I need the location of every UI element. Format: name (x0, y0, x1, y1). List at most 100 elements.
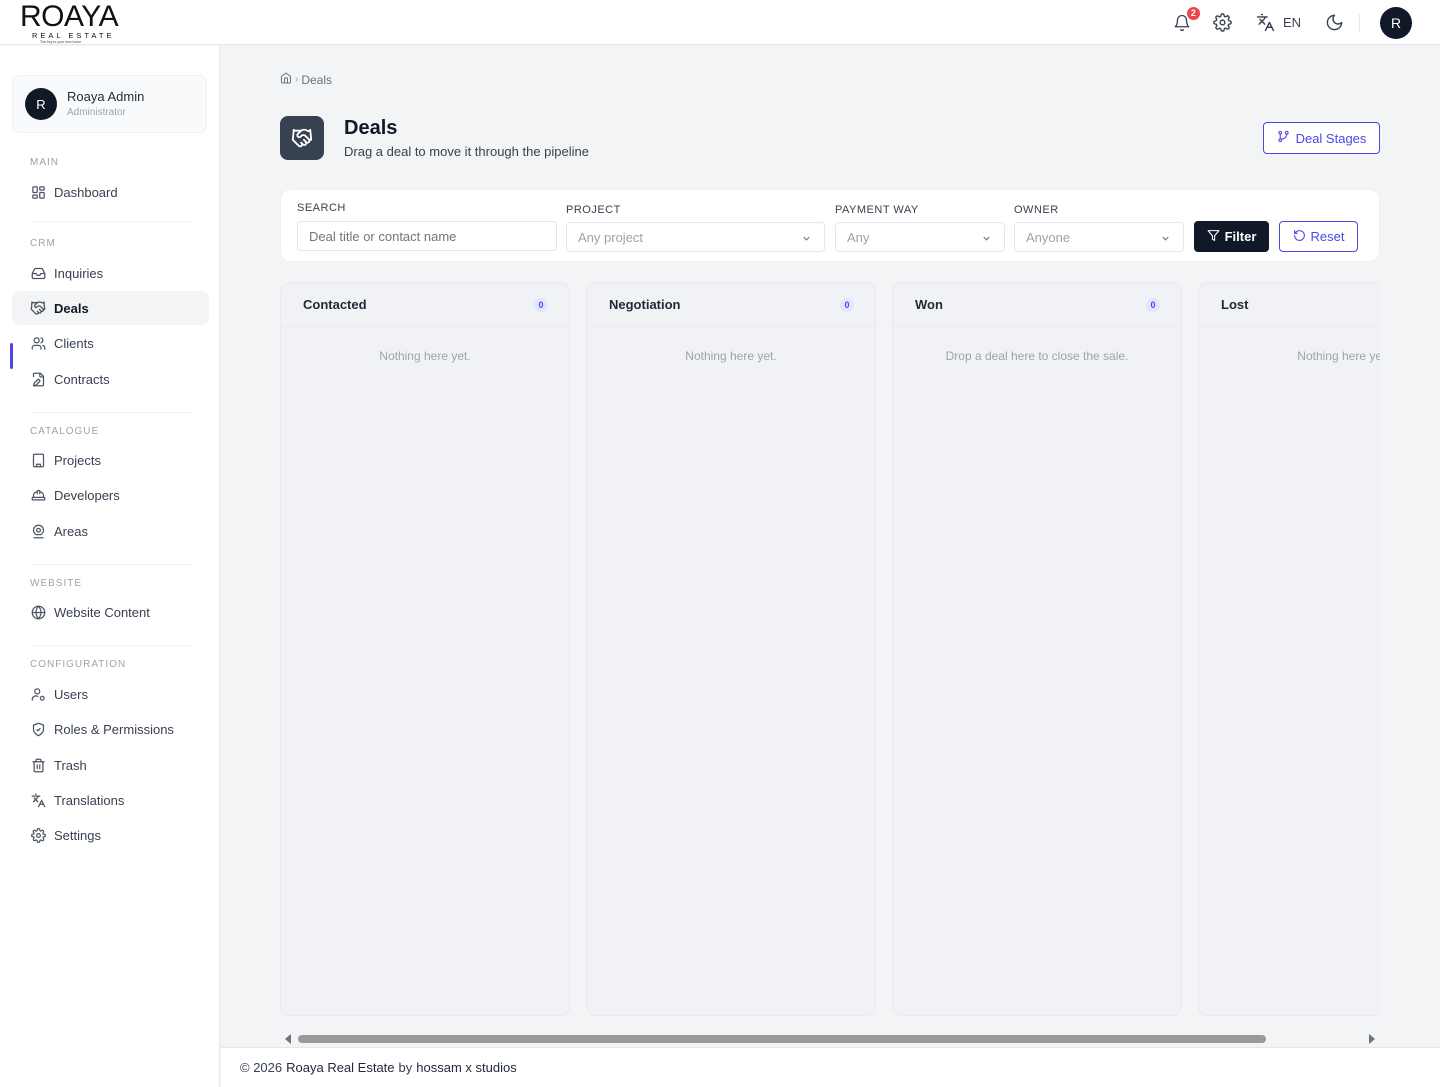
brand-logo[interactable]: ROAYA REAL ESTATE The key to your new ho… (20, 0, 130, 45)
footer-studio: hossam x studios (416, 1060, 517, 1075)
column-empty-message: Nothing here yet. (1297, 349, 1380, 363)
owner-select-value: Anyone (1026, 229, 1071, 245)
sidebar-item-website-content[interactable]: Website Content (12, 595, 209, 629)
document-edit-icon (30, 371, 46, 387)
page-handshake-icon (280, 116, 324, 160)
topbar-divider (1359, 13, 1360, 32)
funnel-icon (1207, 229, 1220, 245)
column-empty-message: Nothing here yet. (379, 349, 471, 363)
user-name: Roaya Admin (67, 88, 145, 104)
section-label-configuration: CONFIGURATION (30, 659, 127, 670)
column-header: Won 0 (893, 283, 1181, 327)
kanban-column-negotiation[interactable]: Negotiation 0 Nothing here yet. (586, 282, 876, 1016)
git-branch-icon (1277, 130, 1290, 146)
column-empty-message: Drop a deal here to close the sale. (945, 349, 1129, 363)
sidebar-item-label: Clients (54, 335, 94, 351)
sidebar-item-label: Projects (54, 452, 101, 468)
logo-wordmark: ROAYA (20, 0, 119, 33)
sidebar-item-clients[interactable]: Clients (12, 326, 209, 360)
deal-stages-button[interactable]: Deal Stages (1263, 122, 1380, 154)
page-subtitle: Drag a deal to move it through the pipel… (344, 144, 589, 159)
search-input[interactable] (297, 221, 557, 251)
sidebar-item-label: Trash (54, 757, 87, 773)
kanban-board: Contacted 0 Nothing here yet. Negotiatio… (280, 282, 1380, 1016)
column-header: Negotiation 0 (587, 283, 875, 327)
kanban-column-contacted[interactable]: Contacted 0 Nothing here yet. (280, 282, 570, 1016)
language-code: EN (1282, 15, 1301, 30)
sidebar-item-users[interactable]: Users (12, 677, 209, 711)
breadcrumb-current: Deals (301, 72, 333, 87)
owner-label: OWNER (1014, 204, 1059, 216)
sidebar-item-trash[interactable]: Trash (12, 748, 209, 782)
users-group-icon (30, 335, 46, 351)
sidebar-item-label: Developers (54, 487, 120, 503)
sidebar-item-inquiries[interactable]: Inquiries (12, 256, 209, 290)
section-label-catalogue: CATALOGUE (30, 426, 100, 437)
map-pin-user-icon (30, 523, 46, 539)
handshake-icon (30, 300, 46, 316)
user-card[interactable]: R Roaya Admin Administrator (12, 75, 207, 133)
sidebar-item-label: Roles & Permissions (54, 721, 174, 737)
notification-count-badge: 2 (1185, 5, 1201, 21)
reset-button-label: Reset (1310, 229, 1345, 244)
sidebar-item-deals[interactable]: Deals (12, 291, 209, 325)
main-content: › Deals Deals Drag a deal to move it thr… (221, 46, 1440, 1087)
hard-hat-icon (30, 487, 46, 503)
section-label-main: MAIN (30, 157, 59, 168)
payment-way-select[interactable]: Any (835, 222, 1005, 252)
project-select-value: Any project (578, 229, 644, 245)
sidebar-divider (30, 645, 192, 646)
sidebar-item-contracts[interactable]: Contracts (12, 362, 209, 396)
chevron-down-icon (801, 232, 812, 247)
page-title: Deals (344, 117, 398, 139)
column-title: Lost (1221, 297, 1249, 312)
filter-button-label: Filter (1224, 229, 1257, 244)
dark-mode-moon-icon[interactable] (1323, 12, 1345, 34)
column-count-badge: 0 (840, 297, 854, 312)
owner-select[interactable]: Anyone (1014, 222, 1184, 252)
scrollbar-thumb[interactable] (298, 1035, 1266, 1043)
settings-gear-icon[interactable] (1212, 12, 1234, 34)
user-avatar-button[interactable]: R (1380, 6, 1412, 39)
kanban-column-won[interactable]: Won 0 Drop a deal here to close the sale… (892, 282, 1182, 1016)
sidebar-item-translations[interactable]: Translations (12, 783, 209, 817)
footer-by: by (398, 1060, 413, 1075)
sidebar-item-dashboard[interactable]: Dashboard (12, 175, 209, 209)
reset-button[interactable]: Reset (1279, 221, 1358, 252)
column-count-badge: 0 (534, 297, 548, 312)
sidebar-item-label: Settings (54, 827, 101, 843)
column-empty-message: Nothing here yet. (685, 349, 777, 363)
chevron-down-icon (981, 232, 992, 247)
sidebar-item-areas[interactable]: Areas (12, 514, 209, 548)
column-title: Won (915, 297, 943, 312)
shield-check-icon (30, 721, 46, 737)
logo-tagline: The key to your new home (40, 40, 82, 44)
sidebar-item-settings[interactable]: Settings (12, 818, 209, 852)
search-label: SEARCH (297, 202, 346, 214)
scroll-left-arrow-icon[interactable] (285, 1034, 291, 1044)
board-horizontal-scrollbar[interactable] (280, 1030, 1380, 1048)
sidebar-item-label: Dashboard (54, 184, 118, 200)
sidebar-item-label: Users (54, 686, 88, 702)
section-label-website: WEBSITE (30, 578, 83, 589)
scroll-right-arrow-icon[interactable] (1369, 1034, 1375, 1044)
gear-icon (30, 827, 46, 843)
kanban-column-lost[interactable]: Lost 0 Nothing here yet. (1198, 282, 1380, 1016)
sidebar-item-developers[interactable]: Developers (12, 478, 209, 512)
building-icon (30, 452, 46, 468)
chevron-down-icon (1160, 232, 1171, 247)
sidebar-item-roles-permissions[interactable]: Roles & Permissions (12, 712, 209, 746)
column-count-badge: 0 (1146, 297, 1160, 312)
column-header: Contacted 0 (281, 283, 569, 327)
inbox-icon (30, 265, 46, 281)
footer-company: Roaya Real Estate (286, 1060, 395, 1075)
language-switcher[interactable]: EN (1255, 12, 1301, 34)
sidebar-divider (30, 412, 192, 413)
user-role: Administrator (67, 106, 126, 118)
project-label: PROJECT (566, 204, 621, 216)
home-icon[interactable] (280, 72, 292, 87)
project-select[interactable]: Any project (566, 222, 825, 252)
filter-button[interactable]: Filter (1194, 221, 1269, 252)
notifications-bell-icon[interactable]: 2 (1171, 5, 1201, 34)
sidebar-item-projects[interactable]: Projects (12, 443, 209, 477)
